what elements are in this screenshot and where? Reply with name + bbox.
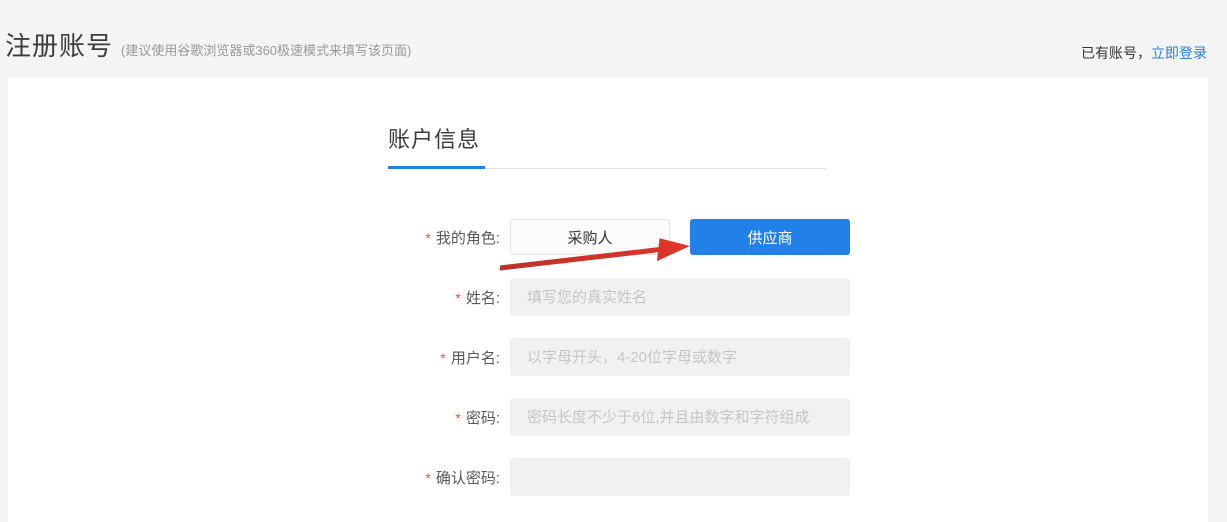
- title-row: 注册账号 (建议使用谷歌浏览器或360极速模式来填写该页面): [5, 26, 1207, 63]
- page-title: 注册账号: [5, 26, 113, 63]
- confirm-password-label: *确认密码:: [388, 467, 510, 488]
- confirm-password-field[interactable]: [510, 458, 850, 496]
- username-label: *用户名:: [388, 347, 510, 368]
- role-row: *我的角色: 采购人 供应商: [388, 219, 858, 255]
- page-subtitle: (建议使用谷歌浏览器或360极速模式来填写该页面): [121, 40, 411, 59]
- section-title: 账户信息: [388, 122, 826, 154]
- password-field[interactable]: [510, 398, 850, 436]
- password-label: *密码:: [388, 407, 510, 428]
- name-field[interactable]: [510, 278, 850, 316]
- required-asterisk: *: [425, 230, 430, 246]
- page-header: 注册账号 (建议使用谷歌浏览器或360极速模式来填写该页面) 已有账号，立即登录: [0, 0, 1227, 78]
- role-option-supplier[interactable]: 供应商: [690, 219, 850, 255]
- header-account-links: 已有账号，立即登录: [1081, 43, 1207, 63]
- content-panel: 账户信息 *我的角色: 采购人 供应商 *姓名: *用户名: *密码: *确认密…: [8, 78, 1208, 522]
- required-asterisk: *: [425, 470, 430, 486]
- account-info-section-header: 账户信息: [388, 122, 826, 169]
- section-divider: [388, 168, 826, 169]
- required-asterisk: *: [455, 410, 460, 426]
- password-row: *密码:: [388, 398, 858, 436]
- name-label: *姓名:: [388, 287, 510, 308]
- username-field[interactable]: [510, 338, 850, 376]
- login-link[interactable]: 立即登录: [1151, 45, 1207, 61]
- role-option-purchaser[interactable]: 采购人: [510, 219, 670, 255]
- registration-form: *我的角色: 采购人 供应商 *姓名: *用户名: *密码: *确认密码:: [388, 219, 858, 518]
- role-label: *我的角色:: [388, 227, 510, 248]
- username-row: *用户名:: [388, 338, 858, 376]
- name-row: *姓名:: [388, 278, 858, 316]
- required-asterisk: *: [440, 350, 445, 366]
- required-asterisk: *: [455, 290, 460, 306]
- section-divider-accent: [388, 166, 485, 169]
- have-account-text: 已有账号，: [1081, 45, 1151, 61]
- confirm-password-row: *确认密码:: [388, 458, 858, 496]
